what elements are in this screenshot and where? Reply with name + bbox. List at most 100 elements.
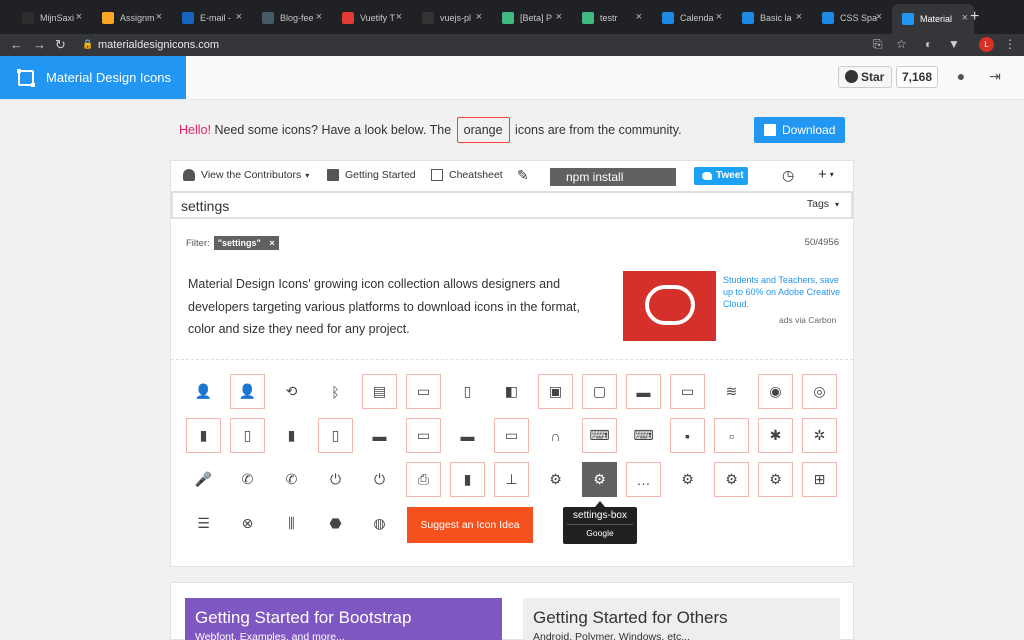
close-tab-icon[interactable]: × [636,11,642,23]
close-tab-icon[interactable]: × [76,11,82,23]
contributors-dropdown[interactable]: View the Contributors ▾ [183,169,309,181]
settings-icon[interactable]: ⚙ [538,462,573,497]
keyboard-settings-outline-icon[interactable]: ⌨ [626,418,661,453]
browser-tab[interactable]: Basic la × [732,6,808,30]
file-settings-variant-outline-icon[interactable]: ▯ [318,418,353,453]
tweet-button[interactable]: Tweet [694,167,748,185]
ad-image[interactable] [623,271,716,341]
search-input[interactable] [181,196,781,216]
browser-tab[interactable]: testr × [572,6,648,30]
microphone-settings-icon[interactable]: 🎤 [186,462,221,497]
backup-restore-icon[interactable]: ⟲ [274,374,309,409]
phone-settings-icon[interactable]: ✆ [230,462,265,497]
credit-card-settings-outline-icon[interactable]: ▭ [670,374,705,409]
close-tab-icon[interactable]: × [876,11,882,23]
browser-tab[interactable]: E-mail - × [172,6,248,30]
content-save-settings-icon[interactable]: ▣ [538,374,573,409]
browser-tab[interactable]: CSS Spa × [812,6,888,30]
browser-tab[interactable]: Vuetify T × [332,6,408,30]
browser-tab[interactable]: Material × [892,4,974,34]
forward-icon[interactable]: → [33,37,46,52]
star-count[interactable]: 7,168 [896,66,938,88]
router-wireless-settings-icon[interactable]: ⊥ [494,462,529,497]
tune-icon[interactable]: ☰ [186,506,221,541]
settings-helper-icon[interactable]: … [626,462,661,497]
database-settings-icon[interactable]: ≋ [714,374,749,409]
video-input-component-icon[interactable]: ⬣ [318,506,353,541]
settings-transfer-outline-icon[interactable]: ⚙ [758,462,793,497]
close-tab-icon[interactable]: × [156,11,162,23]
credit-card-settings-icon[interactable]: ▬ [626,374,661,409]
ads-via-carbon[interactable]: ads via Carbon [779,315,836,325]
browser-tab[interactable]: Calenda × [652,6,728,30]
download-button[interactable]: Download [754,117,845,143]
eye-settings-outline-icon[interactable]: ◎ [802,374,837,409]
browser-menu-icon[interactable]: ⋮ [1004,37,1016,51]
keyboard-settings-icon[interactable]: ⌨ [582,418,617,453]
github-repo-icon[interactable]: ● [953,68,969,84]
settings-transfer-icon[interactable]: ⚙ [714,462,749,497]
remote-settings-icon[interactable]: ▮ [450,462,485,497]
power-settings-icon[interactable]: ⏻ [318,462,353,497]
add-menu-icon[interactable]: + ▾ [818,166,834,183]
close-tab-icon[interactable]: × [556,11,562,23]
github-star-button[interactable]: Star [838,66,892,88]
remove-filter-icon[interactable]: × [269,238,274,248]
message-settings-variant-icon[interactable]: ✱ [758,418,793,453]
bluetooth-settings-icon[interactable]: ᛒ [318,374,353,409]
file-settings-icon[interactable]: ▮ [186,418,221,453]
cellphone-settings-icon[interactable]: ▯ [450,374,485,409]
palette-settings-icon[interactable]: ◍ [362,506,397,541]
translate-icon[interactable]: ⎘ [873,37,883,52]
browser-tab[interactable]: [Beta] P × [492,6,568,30]
tags-dropdown[interactable]: Tags ▾ [807,198,839,210]
profile-avatar[interactable]: L [979,37,994,52]
history-icon[interactable]: ◷ [782,167,794,184]
message-settings-variant-outline-icon[interactable]: ✲ [802,418,837,453]
cellphone-settings-variant-icon[interactable]: ◧ [494,374,529,409]
close-tab-icon[interactable]: × [236,11,242,23]
browser-tab[interactable]: Assignm × [92,6,168,30]
close-tab-icon[interactable]: × [476,11,482,23]
eye-settings-icon[interactable]: ◉ [758,374,793,409]
browser-tab[interactable]: vuejs-pl × [412,6,488,30]
settings-outline-icon[interactable]: ⚙ [670,462,705,497]
phone-settings-outline-icon[interactable]: ✆ [274,462,309,497]
account-settings-icon[interactable]: 👤 [186,374,221,409]
new-tab-icon[interactable]: + [970,8,979,26]
color-picker-icon[interactable]: ✎ [517,167,529,184]
power-settings-variant-icon[interactable]: ⏻ [362,462,397,497]
message-settings-outline-icon[interactable]: ▫ [714,418,749,453]
file-settings-outline-icon[interactable]: ▯ [230,418,265,453]
getting-started-link[interactable]: Getting Started [327,169,416,181]
folder-settings-variant-icon[interactable]: ▬ [450,418,485,453]
close-tab-icon[interactable]: × [716,11,722,23]
tune-vertical-icon[interactable]: ⫼ [274,506,309,541]
content-save-settings-outline-icon[interactable]: ▢ [582,374,617,409]
card-settings-outline-icon[interactable]: ▭ [406,374,441,409]
bootstrap-panel[interactable]: Getting Started for Bootstrap Webfont, E… [185,598,502,640]
message-settings-icon[interactable]: ▪ [670,418,705,453]
cheatsheet-link[interactable]: Cheatsheet [431,169,503,181]
close-tab-icon[interactable]: × [962,12,968,24]
folder-settings-outline-icon[interactable]: ▭ [406,418,441,453]
close-tab-icon[interactable]: × [796,11,802,23]
access-point-settings-icon[interactable]: ⊗ [230,506,265,541]
extension-icon[interactable]: ◐ [925,37,932,51]
close-tab-icon[interactable]: × [396,11,402,23]
brand-link[interactable]: Material Design Icons [0,56,186,99]
printer-settings-icon[interactable]: ⎙ [406,462,441,497]
folder-settings-icon[interactable]: ▬ [362,418,397,453]
browser-tab[interactable]: MijnSaxi × [12,6,88,30]
back-icon[interactable]: ← [10,37,23,52]
others-panel[interactable]: Getting Started for Others Android, Poly… [523,598,840,640]
ad-text-link[interactable]: Students and Teachers, save up to 60% on… [723,274,843,310]
close-tab-icon[interactable]: × [316,11,322,23]
login-icon[interactable]: ⇥ [987,68,1003,84]
vue-devtools-icon[interactable]: ▼ [948,37,960,51]
filter-chip[interactable]: "settings" × [213,236,279,250]
folder-settings-variant-outline-icon[interactable]: ▭ [494,418,529,453]
table-settings-icon[interactable]: ⊞ [802,462,837,497]
bookmark-star-icon[interactable]: ☆ [896,37,907,51]
settings-box-icon[interactable]: ⚙ [582,462,617,497]
